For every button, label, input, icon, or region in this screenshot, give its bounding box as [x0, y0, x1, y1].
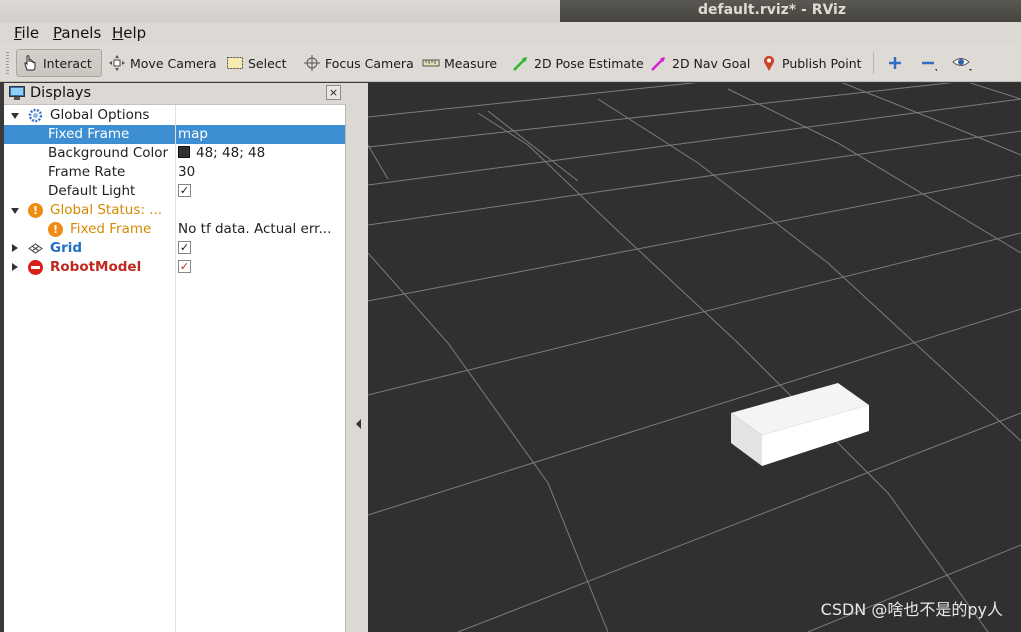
measure-tool-button[interactable]: Measure	[418, 49, 501, 77]
grid-line	[368, 130, 1021, 226]
warning-icon: !	[28, 203, 43, 218]
toolbar-separator	[873, 52, 874, 74]
menu-help-label: elp	[123, 24, 147, 42]
add-tool-button[interactable]	[882, 49, 912, 77]
eye-icon	[952, 54, 972, 72]
grid-icon	[28, 242, 43, 255]
background-color-label: Background Color	[48, 145, 169, 161]
grid-line	[368, 232, 1021, 396]
render-view[interactable]: CSDN @啥也不是的py人	[368, 83, 1021, 632]
displays-title: Displays	[30, 85, 92, 101]
map-pin-icon	[760, 54, 778, 72]
hand-pointer-icon	[21, 54, 39, 72]
minus-icon	[919, 54, 938, 72]
move-camera-icon	[108, 54, 126, 72]
background-color-text: 48; 48; 48	[196, 145, 266, 161]
menu-file-mnemonic: F	[14, 24, 22, 42]
grid-line	[368, 144, 389, 180]
window-title: default.rviz* - RViz	[698, 2, 847, 18]
tool-properties-button[interactable]	[948, 49, 978, 77]
menu-panels[interactable]: Panels	[53, 24, 101, 42]
focus-camera-label: Focus Camera	[325, 55, 414, 71]
error-icon	[28, 260, 43, 275]
collapse-arrow-icon[interactable]	[12, 244, 18, 252]
grid-label: Grid	[50, 240, 83, 256]
grid-line	[368, 83, 698, 118]
watermark-text: CSDN @啥也不是的py人	[820, 600, 1003, 619]
grid-line	[368, 252, 609, 632]
background-color-value[interactable]: 48; 48; 48	[178, 145, 265, 161]
collapse-arrow-icon[interactable]	[12, 263, 18, 271]
tool-toolbar: Interact Move Camera Select Focus Camera…	[0, 44, 1021, 82]
menu-bar: File Panels Help	[0, 22, 1021, 44]
pose-estimate-label: 2D Pose Estimate	[534, 55, 644, 71]
default-light-label: Default Light	[48, 183, 136, 199]
fixed-frame-value[interactable]: map	[178, 126, 208, 142]
grid-line	[597, 98, 1021, 442]
robot-model-label: RobotModel	[50, 259, 142, 275]
menu-panels-label: anels	[61, 24, 102, 42]
fixed-frame-label: Fixed Frame	[48, 126, 130, 142]
measure-label: Measure	[444, 55, 498, 71]
title-bar: default.rviz* - RViz	[0, 0, 1021, 22]
green-arrow-icon	[512, 54, 530, 72]
displays-panel-header: Displays ×	[4, 83, 346, 105]
gear-icon	[28, 108, 43, 123]
menu-help[interactable]: Help	[112, 24, 146, 42]
focus-crosshair-icon	[303, 54, 321, 72]
status-fixed-frame-value: No tf data. Actual err...	[178, 221, 332, 237]
column-divider	[175, 105, 176, 632]
grid-checkbox[interactable]: ✓	[178, 241, 191, 254]
grid-line	[727, 88, 1021, 254]
publish-point-tool-button[interactable]: Publish Point	[756, 49, 866, 77]
global-options-label: Global Options	[50, 107, 150, 123]
status-fixed-frame-label: Fixed Frame	[70, 221, 152, 237]
expand-arrow-icon[interactable]	[11, 113, 19, 119]
plus-icon	[886, 54, 904, 72]
move-camera-tool-button[interactable]: Move Camera	[104, 49, 221, 77]
select-label: Select	[248, 55, 287, 71]
menu-file[interactable]: File	[14, 24, 39, 42]
grid-line	[368, 308, 1021, 516]
robot-model-checkbox[interactable]: ✓	[178, 260, 191, 273]
grid-line	[968, 83, 1021, 100]
displays-panel: Displays × Global Options Fixed Frame ma…	[4, 83, 346, 632]
menu-help-mnemonic: H	[112, 24, 124, 42]
move-camera-label: Move Camera	[130, 55, 217, 71]
select-box-icon	[226, 54, 244, 72]
publish-point-label: Publish Point	[782, 55, 862, 71]
menu-file-label: ile	[21, 24, 40, 42]
panel-splitter[interactable]	[346, 83, 368, 632]
ruler-icon	[422, 54, 440, 72]
toolbar-grip[interactable]	[6, 52, 9, 74]
default-light-checkbox[interactable]: ✓	[178, 184, 191, 197]
warning-icon: !	[48, 222, 63, 237]
interact-tool-button[interactable]: Interact	[16, 49, 102, 77]
monitor-icon	[9, 86, 25, 101]
select-tool-button[interactable]: Select	[222, 49, 291, 77]
remove-tool-button[interactable]	[915, 49, 945, 77]
nav-goal-label: 2D Nav Goal	[672, 55, 751, 71]
grid-line	[368, 98, 1021, 186]
grid-canvas	[368, 83, 1021, 632]
collapse-left-icon[interactable]	[356, 419, 361, 429]
grid-line	[487, 110, 579, 182]
expand-arrow-icon[interactable]	[11, 208, 19, 214]
frame-rate-label: Frame Rate	[48, 164, 126, 180]
focus-camera-tool-button[interactable]: Focus Camera	[299, 49, 418, 77]
interact-label: Interact	[43, 55, 92, 71]
magenta-arrow-icon	[650, 54, 668, 72]
color-swatch	[178, 146, 190, 158]
grid-line	[477, 112, 989, 632]
frame-rate-value[interactable]: 30	[178, 164, 195, 180]
nav-goal-tool-button[interactable]: 2D Nav Goal	[646, 49, 754, 77]
pose-estimate-tool-button[interactable]: 2D Pose Estimate	[508, 49, 648, 77]
close-panel-button[interactable]: ×	[326, 85, 341, 100]
global-status-label: Global Status: ...	[50, 202, 163, 218]
